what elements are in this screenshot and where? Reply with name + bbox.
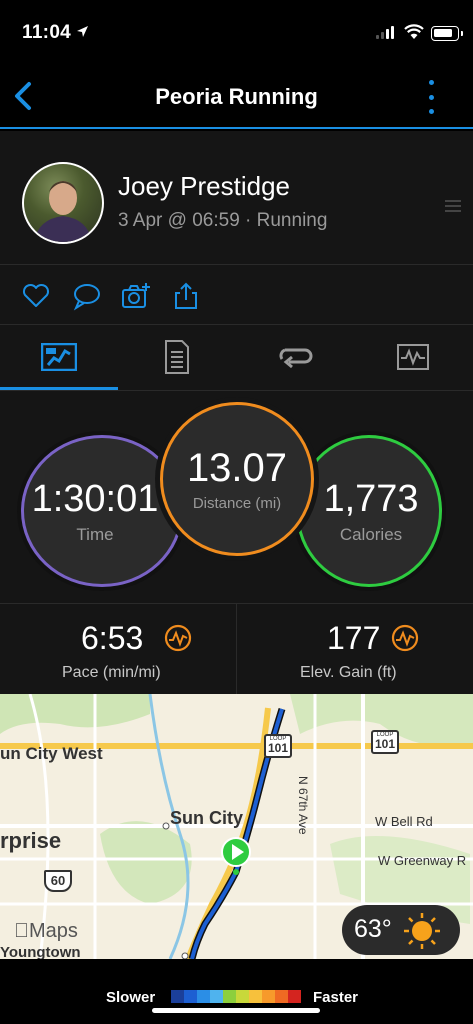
- elevation-value: 177: [327, 620, 381, 656]
- calories-value: 1,773: [323, 477, 419, 520]
- map-label-surprise: rprise: [0, 828, 62, 853]
- tab-charts[interactable]: [354, 325, 472, 389]
- page-title: Peoria Running: [155, 84, 318, 109]
- legend-color-scale: [171, 990, 301, 1003]
- metrics-divider: [236, 604, 237, 694]
- sliders-icon[interactable]: [443, 199, 463, 213]
- sun-icon: [404, 913, 440, 949]
- elevation-metric[interactable]: 177 Elev. Gain (ft): [237, 604, 473, 694]
- location-arrow-icon: [77, 26, 88, 37]
- calories-label: Calories: [339, 524, 403, 544]
- calories-stat: 1,773 Calories: [296, 435, 442, 587]
- legend-swatch: [249, 990, 262, 1003]
- avatar[interactable]: [22, 162, 104, 244]
- pace-metric[interactable]: 6:53 Pace (min/mi): [0, 604, 236, 694]
- legend-swatch: [171, 990, 184, 1003]
- weather-temp: 63°: [354, 915, 392, 943]
- tab-laps[interactable]: [236, 325, 354, 389]
- activity-tabs: [0, 325, 473, 391]
- legend-swatch: [262, 990, 275, 1003]
- legend-slower-label: Slower: [106, 989, 156, 1006]
- route-101-shield: LOOP 101: [264, 734, 292, 758]
- comment-icon[interactable]: [72, 281, 102, 311]
- details-list-icon: [165, 340, 189, 374]
- tab-overview[interactable]: [0, 325, 118, 389]
- elevation-chart-icon: [391, 624, 419, 652]
- legend-swatch: [210, 990, 223, 1003]
- status-time: 11:04: [22, 22, 72, 43]
- charts-icon: [397, 344, 429, 370]
- nav-bar: Peoria Running: [0, 62, 473, 129]
- distance-stat: 13.07 Distance (mi): [160, 402, 314, 556]
- route-101-shield-east: LOOP 101: [371, 730, 399, 754]
- map-label-bell-rd: W Bell Rd: [375, 814, 433, 829]
- legend-swatch: [275, 990, 288, 1003]
- home-indicator[interactable]: [152, 1008, 320, 1013]
- social-actions: [0, 265, 473, 325]
- cellular-signal-icon: [376, 26, 394, 39]
- legend-swatch: [288, 990, 301, 1003]
- pace-label: Pace (min/mi): [62, 664, 161, 681]
- map-label-youngtown: Youngtown: [0, 944, 81, 959]
- legend-swatch: [236, 990, 249, 1003]
- heart-icon[interactable]: [21, 281, 51, 311]
- legend-faster-label: Faster: [313, 989, 359, 1006]
- legend-swatch: [223, 990, 236, 1003]
- summary-stats: 1:30:01 Time 1,773 Calories 13.07 Distan…: [0, 391, 473, 604]
- time-stat: 1:30:01 Time: [21, 435, 183, 587]
- legend-swatch: [197, 990, 210, 1003]
- time-label: Time: [76, 524, 114, 544]
- camera-icon[interactable]: [121, 281, 151, 311]
- distance-value: 13.07: [186, 446, 288, 490]
- activity-date-type: 3 Apr @ 06:59 · Running: [118, 210, 328, 231]
- apple-maps-logo: Maps: [14, 920, 78, 942]
- battery-icon: [431, 26, 463, 41]
- overview-map-icon: [41, 343, 77, 371]
- legend-swatch: [184, 990, 197, 1003]
- laps-icon: [279, 348, 313, 369]
- wifi-icon: [404, 24, 424, 39]
- distance-label: Distance (mi): [192, 495, 282, 512]
- pace-chart-icon: [164, 624, 192, 652]
- time-value: 1:30:01: [31, 477, 159, 520]
- map-label-sun-city: Sun City: [170, 808, 244, 828]
- pace-value: 6:53: [81, 620, 144, 656]
- elevation-label: Elev. Gain (ft): [300, 664, 397, 681]
- active-tab-indicator: [0, 387, 118, 390]
- activity-header: Joey Prestidge 3 Apr @ 06:59 · Running: [0, 131, 473, 265]
- map-label-67th: N 67th Ave: [296, 776, 310, 835]
- route-60-shield: 60: [44, 870, 72, 892]
- map-label-greenway: W Greenway R: [378, 853, 467, 868]
- tab-details[interactable]: [118, 325, 236, 389]
- status-bar: 11:04: [0, 0, 473, 62]
- athlete-name: Joey Prestidge: [118, 171, 290, 201]
- map-label-sun-city-west: un City West: [0, 744, 103, 763]
- share-icon[interactable]: [171, 281, 201, 311]
- more-options-icon[interactable]: [424, 80, 438, 114]
